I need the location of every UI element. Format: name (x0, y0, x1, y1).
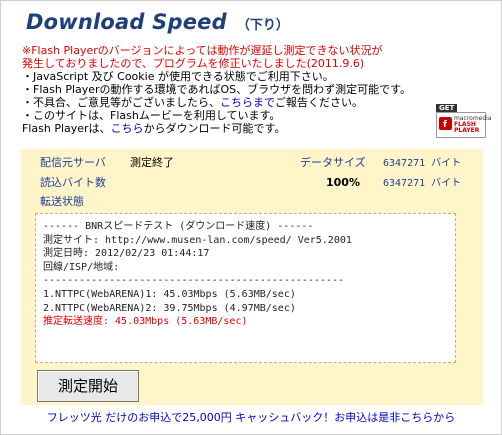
get-flash-player-badge[interactable]: GET f macromedia FLASH PLAYER (436, 104, 492, 138)
result-line: 回線/ISP/地域: (43, 261, 120, 273)
result-line: ------ BNRスピードテスト (ダウンロード速度) ------ (43, 221, 314, 232)
notice-block: ※Flash Playerのバージョンによっては動作が遅延し測定できない状況が … (22, 44, 482, 135)
page-title: Download Speed (26, 10, 227, 34)
badge-product-line-2: PLAYER (454, 127, 480, 134)
notice-item-download-post: からダウンロード可能です。 (143, 122, 286, 135)
read-bytes-label: 読込バイト数 (40, 176, 106, 189)
server-label: 配信元サーバ (40, 156, 106, 169)
page-subtitle: （下り） (236, 18, 289, 33)
flash-download-link[interactable]: こちら (111, 122, 144, 135)
notice-item-report-post: ご報告ください。 (275, 96, 363, 109)
badge-box: f macromedia FLASH PLAYER (436, 112, 492, 138)
result-line: 測定日時: 2012/02/23 01:44:17 (43, 248, 210, 260)
result-line: 測定サイト: http://www.musen-lan.com/speed/ V… (43, 234, 352, 246)
result-log: ------ BNRスピードテスト (ダウンロード速度) ------ 測定サイ… (35, 213, 456, 363)
notice-warning-line-1: ※Flash Playerのバージョンによっては動作が遅延し測定できない状況が (22, 44, 383, 57)
notice-item-flash: ・このサイトは、Flashムービーを利用しています。 (22, 109, 281, 122)
notice-item-report-pre: ・不具合、ご意見等がございましたら、 (22, 96, 220, 109)
notice-item-javascript: ・JavaScript 及び Cookie が使用できる状態でご利用下さい。 (22, 70, 334, 83)
page-header: Download Speed （下り） (26, 10, 289, 38)
result-line: 2.NTTPC(WebARENA)2: 39.75Mbps (4.97MB/se… (43, 302, 296, 314)
transfer-status-label: 転送状態 (40, 195, 84, 208)
result-line: ----------------------------------------… (43, 275, 345, 287)
datasize-label: データサイズ (300, 156, 366, 169)
notice-item-environment: ・Flash Playerの動作する環境であればOS、ブラウザを問わず測定可能で… (22, 83, 411, 96)
read-percent: 100% (326, 176, 360, 189)
report-link[interactable]: こちらまで (220, 96, 275, 109)
notice-item-download: Flash Playerは、こちらからダウンロード可能です。 (22, 122, 482, 135)
notice-warning-line-2: 発生しておりましたので、プログラムを修正いたしました(2011.9.6) (22, 57, 365, 70)
footer-banner: フレッツ光 だけのお申込で25,000円 キャッシュバック！お申込は是非こちらか… (0, 409, 502, 425)
read-bytes-value: 6347271 バイト (383, 178, 462, 189)
flash-logo-icon: f (439, 117, 452, 130)
badge-product: FLASH PLAYER (454, 122, 479, 134)
estimated-speed-line: 推定転送速度: 45.03Mbps (5.63MB/sec) (43, 316, 248, 328)
notice-item-report: ・不具合、ご意見等がございましたら、こちらまでご報告ください。 (22, 96, 482, 109)
start-test-button[interactable]: 測定開始 (37, 370, 139, 402)
notice-item-download-pre: Flash Playerは、 (22, 122, 111, 135)
server-status: 測定終了 (130, 156, 174, 169)
speed-test-panel: 配信元サーバ 測定終了 データサイズ 6347271 バイト 読込バイト数 10… (21, 149, 483, 405)
result-line: 1.NTTPC(WebARENA)1: 45.03Mbps (5.63MB/se… (43, 288, 296, 300)
cashback-link[interactable]: フレッツ光 だけのお申込で25,000円 キャッシュバック！お申込は是非こちらか… (47, 411, 455, 424)
datasize-value: 6347271 バイト (383, 158, 462, 169)
